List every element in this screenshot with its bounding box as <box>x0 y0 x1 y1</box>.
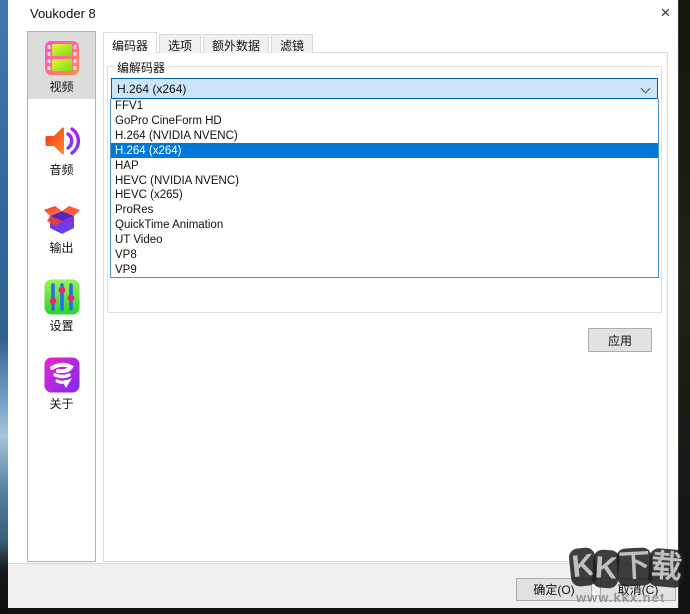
tab-bar: 编码器 选项 额外数据 滤镜 <box>103 32 315 54</box>
titlebar[interactable]: Voukoder 8 × <box>8 0 678 28</box>
sidebar-item-about[interactable]: 关于 <box>28 344 95 422</box>
sidebar-item-video[interactable]: 视频 <box>28 32 95 99</box>
sidebar-item-output[interactable]: 输出 <box>28 188 95 266</box>
sidebar-item-label: 设置 <box>49 319 74 333</box>
dropdown-option[interactable]: ProRes <box>111 203 658 218</box>
dropdown-option[interactable]: HAP <box>111 158 658 173</box>
tab-encoder[interactable]: 编码器 <box>103 32 158 54</box>
tab-extra-data[interactable]: 额外数据 <box>203 34 270 53</box>
sliders-icon <box>44 279 79 315</box>
chevron-down-icon[interactable] <box>642 85 650 93</box>
ok-button[interactable]: 确定(O) <box>516 578 592 601</box>
sidebar-item-audio[interactable]: 音频 <box>28 110 95 188</box>
desktop-background-left <box>0 0 8 614</box>
tornado-icon <box>44 357 79 393</box>
dropdown-option[interactable]: HEVC (NVIDIA NVENC) <box>111 173 658 188</box>
dropdown-option[interactable]: FFV1 <box>111 99 658 114</box>
sidebar: 视频 音频 输出 设置 关于 <box>27 31 96 562</box>
dropdown-option[interactable]: GoPro CineForm HD <box>111 114 658 129</box>
dropdown-option[interactable]: UT Video <box>111 232 658 247</box>
speaker-icon <box>45 127 80 155</box>
sidebar-item-label: 视频 <box>49 79 74 94</box>
sidebar-item-label: 输出 <box>49 241 74 255</box>
codec-combobox[interactable]: H.264 (x264) <box>111 78 658 99</box>
tab-filters[interactable]: 滤镜 <box>271 34 314 53</box>
dropdown-option[interactable]: QuickTime Animation <box>111 218 658 233</box>
dropdown-option[interactable]: H.264 (NVIDIA NVENC) <box>111 129 658 144</box>
dropdown-option[interactable]: VP9 <box>111 262 658 277</box>
voukoder-dialog: Voukoder 8 × 视频 音频 输出 设置 关于 编码器 选项 额外数据 … <box>8 0 679 608</box>
screen: Voukoder 8 × 视频 音频 输出 设置 关于 编码器 选项 额外数据 … <box>0 0 690 614</box>
sidebar-item-label: 关于 <box>49 397 74 411</box>
box-icon <box>43 206 80 234</box>
tab-options[interactable]: 选项 <box>159 34 202 53</box>
sidebar-item-label: 音频 <box>49 163 74 177</box>
cancel-button[interactable]: 取消(C) <box>600 578 676 601</box>
dropdown-option[interactable]: VP8 <box>111 247 658 262</box>
sidebar-item-settings[interactable]: 设置 <box>28 266 95 344</box>
codec-combobox-value: H.264 (x264) <box>117 81 187 96</box>
desktop-background-bottom <box>8 608 679 614</box>
film-icon <box>44 40 79 75</box>
dropdown-option[interactable]: HEVC (x265) <box>111 188 658 203</box>
dropdown-option-selected[interactable]: H.264 (x264) <box>111 143 658 159</box>
codec-dropdown-list: FFV1 GoPro CineForm HD H.264 (NVIDIA NVE… <box>110 99 659 278</box>
desktop-background-right <box>679 0 690 614</box>
close-icon[interactable]: × <box>652 0 679 26</box>
codec-groupbox-label: 编解码器 <box>114 59 169 76</box>
window-title: Voukoder 8 <box>30 6 96 21</box>
apply-button[interactable]: 应用 <box>588 328 652 352</box>
